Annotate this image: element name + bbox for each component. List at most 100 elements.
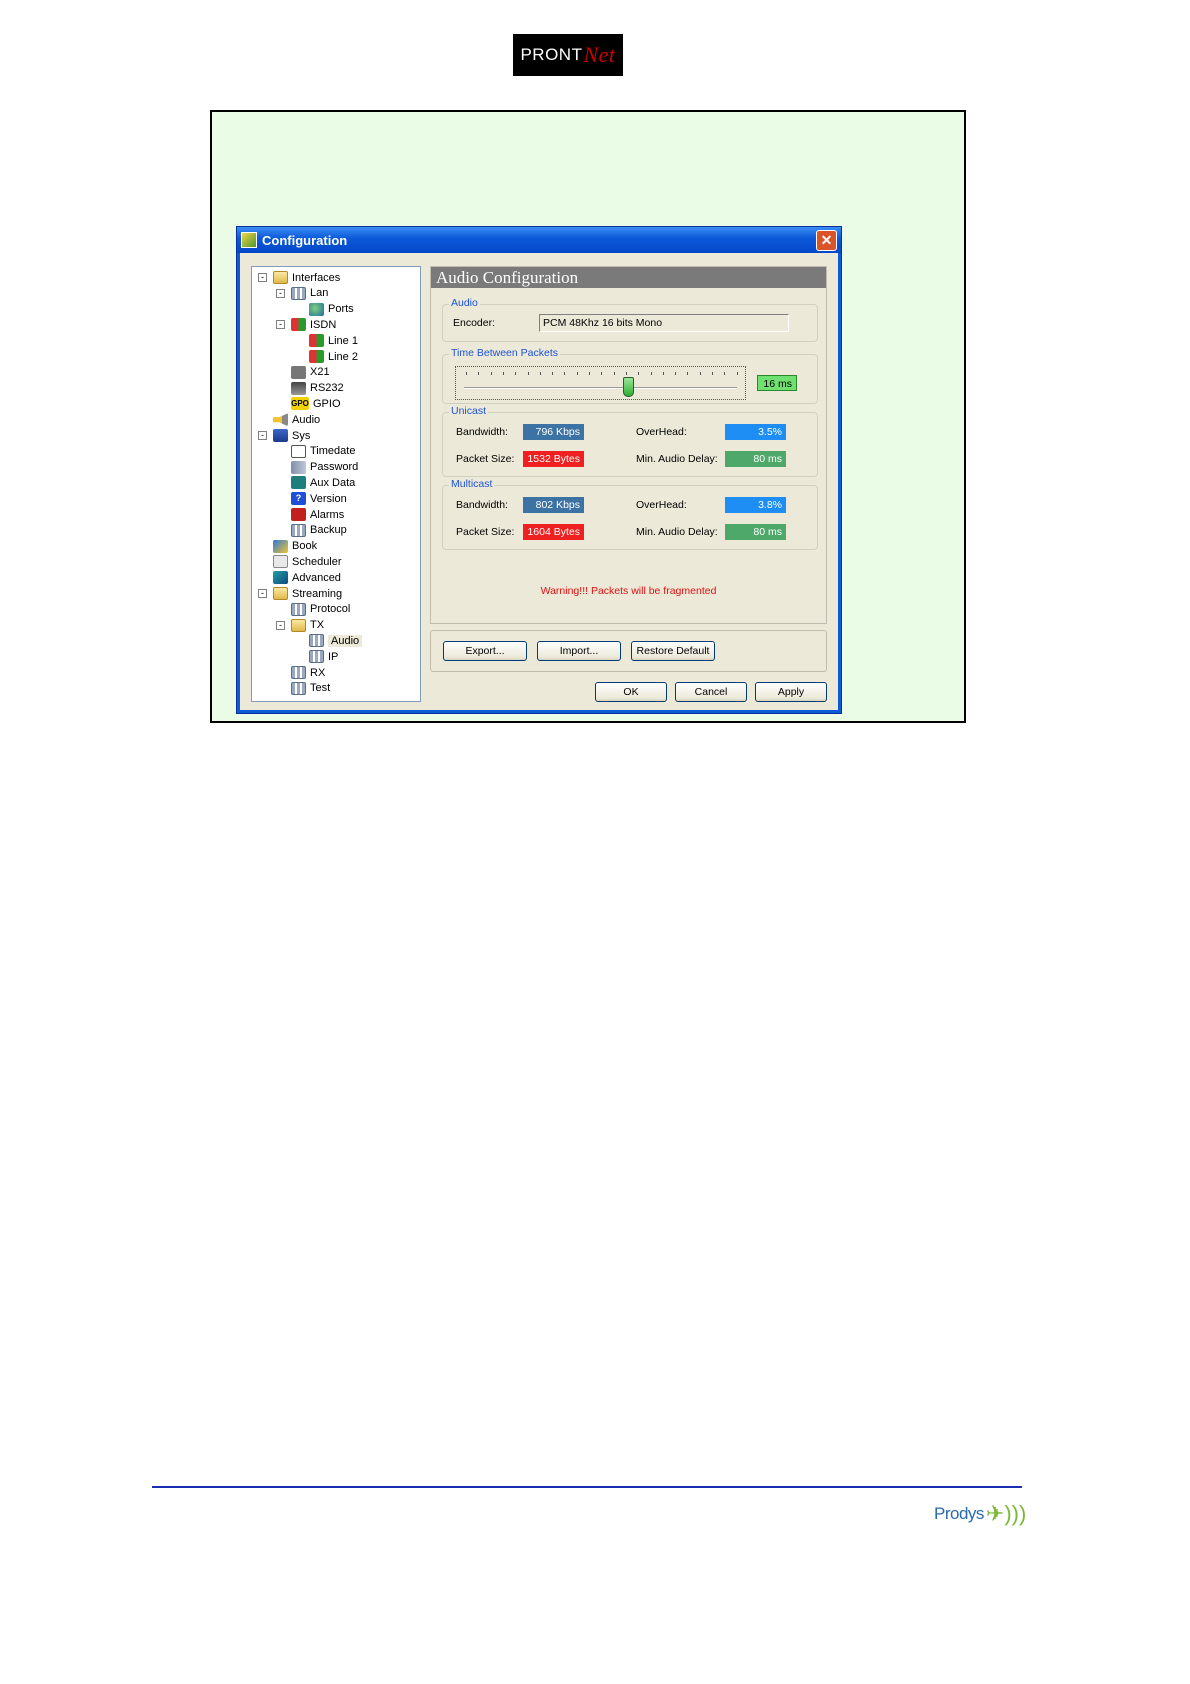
cancel-button[interactable]: Cancel <box>675 682 747 702</box>
unicast-group: Unicast Bandwidth: 796 Kbps OverHead: 3.… <box>442 405 818 477</box>
multicast-overhead-value: 3.8% <box>725 497 786 513</box>
window-titlebar[interactable]: Configuration ✕ <box>237 227 841 253</box>
close-icon: ✕ <box>820 232 833 248</box>
folder-icon <box>273 271 288 284</box>
tbp-slider[interactable] <box>455 366 746 400</box>
slider-tick <box>515 372 517 375</box>
slider-tick <box>478 372 480 375</box>
close-button[interactable]: ✕ <box>816 230 837 251</box>
tree-item[interactable]: Aux Data <box>291 475 355 490</box>
collapse-icon[interactable]: - <box>258 273 267 282</box>
tree-item[interactable]: RX <box>291 665 325 680</box>
tree-item[interactable]: - Interfaces <box>258 270 340 285</box>
tree-item[interactable]: Timedate <box>291 444 355 459</box>
slider-tick <box>625 372 627 375</box>
tree-item[interactable]: - ISDN <box>276 317 336 332</box>
encoder-label: Encoder: <box>453 317 496 329</box>
configuration-window: Configuration ✕ - Interfaces - Lan Ports - ISD… <box>236 226 842 714</box>
panel-title: Audio Configuration <box>431 267 826 288</box>
tree-item[interactable]: Audio <box>309 633 363 648</box>
prontonet-logo: PRONT Net <box>513 34 623 76</box>
network-icon <box>309 650 324 664</box>
tree-item-label: Sys <box>292 429 311 442</box>
tree-item[interactable]: RS232 <box>291 381 344 396</box>
network-icon <box>291 681 306 695</box>
slider-tick <box>736 372 738 375</box>
gpio-icon: GPO <box>291 397 309 411</box>
tree-item[interactable]: Line 2 <box>309 349 358 364</box>
tree-item-label: Backup <box>310 524 347 537</box>
network-icon <box>291 286 306 300</box>
config-tree[interactable]: - Interfaces - Lan Ports - ISDN Line 1 Line 2 X21… <box>251 266 421 702</box>
slider-tick <box>613 372 615 375</box>
tree-item[interactable]: Line 1 <box>309 333 358 348</box>
tree-item[interactable]: Protocol <box>291 602 350 617</box>
encoder-field[interactable]: PCM 48Khz 16 bits Mono <box>539 314 789 332</box>
tree-item[interactable]: Ports <box>309 302 354 317</box>
slider-thumb[interactable] <box>622 377 634 397</box>
multicast-bandwidth-label: Bandwidth: <box>456 499 508 511</box>
tree-item[interactable]: ? Version <box>291 491 347 506</box>
clock-icon <box>291 444 306 458</box>
slider-tick <box>699 372 701 375</box>
tree-item-label: Test <box>310 682 331 695</box>
tree-item[interactable]: - Sys <box>258 428 310 443</box>
tree-item-label: Lan <box>310 287 329 300</box>
tree-item[interactable]: Password <box>291 460 358 475</box>
collapse-icon[interactable]: - <box>276 288 285 298</box>
export-button[interactable]: Export... <box>443 641 527 661</box>
tree-item[interactable]: IP <box>309 649 338 664</box>
tree-item[interactable]: GPO GPIO <box>291 396 341 411</box>
isdn-icon <box>291 318 306 332</box>
tbp-legend: Time Between Packets <box>449 347 560 359</box>
apply-button[interactable]: Apply <box>755 682 827 702</box>
slider-tick <box>502 372 504 375</box>
prodys-logo: Prodys ✈))) <box>934 1492 1034 1536</box>
restore-default-button[interactable]: Restore Default <box>631 641 715 661</box>
multicast-packet-label: Packet Size: <box>456 526 515 538</box>
tree-item-label: TX <box>310 619 325 632</box>
tree-item-label: Version <box>310 492 347 505</box>
tree-item-label: RS232 <box>310 382 344 395</box>
network-icon <box>291 523 306 537</box>
tree-item-label: Alarms <box>310 508 345 521</box>
tree-item-label: Streaming <box>292 587 343 600</box>
slider-tick <box>466 372 467 375</box>
aux-icon <box>291 476 306 490</box>
logo-swoosh: Net <box>583 42 616 67</box>
tree-item[interactable]: Test <box>291 681 330 696</box>
prodys-waves-icon: ✈))) <box>985 1501 1027 1526</box>
tree-item-label: Book <box>292 540 318 553</box>
isdn-icon <box>309 334 324 348</box>
tree-item[interactable]: Backup <box>291 523 347 538</box>
slider-tick <box>650 372 652 375</box>
slider-tick <box>687 372 689 375</box>
collapse-icon[interactable]: - <box>258 431 267 440</box>
multicast-delay-value: 80 ms <box>725 524 786 540</box>
collapse-icon[interactable]: - <box>258 589 267 598</box>
tree-item[interactable]: - Lan <box>276 286 328 301</box>
multicast-delay-label: Min. Audio Delay: <box>636 526 718 538</box>
network-icon <box>291 666 306 679</box>
tree-item-label: ISDN <box>310 318 337 331</box>
collapse-icon[interactable]: - <box>276 620 285 630</box>
tree-item-label: Timedate <box>310 445 356 458</box>
alarm-icon <box>291 508 306 521</box>
import-button[interactable]: Import... <box>537 641 621 661</box>
tree-item[interactable]: Advanced <box>273 570 341 585</box>
book-icon <box>273 539 288 553</box>
tree-item[interactable]: Alarms <box>291 507 344 522</box>
tree-item-label: Interfaces <box>292 271 341 284</box>
tree-item[interactable]: Audio <box>273 412 320 427</box>
tree-item-label: Audio <box>292 413 321 426</box>
ok-button[interactable]: OK <box>595 682 667 702</box>
collapse-icon[interactable]: - <box>276 320 285 330</box>
tree-item[interactable]: Book <box>273 539 317 554</box>
tree-item[interactable]: - Streaming <box>258 586 342 601</box>
slider-tick <box>601 372 603 375</box>
tree-item[interactable]: Scheduler <box>273 554 342 569</box>
tree-item[interactable]: X21 <box>291 365 330 380</box>
tree-item[interactable]: - TX <box>276 618 324 633</box>
tree-item-label: GPIO <box>313 397 341 410</box>
slider-tick <box>552 372 554 375</box>
